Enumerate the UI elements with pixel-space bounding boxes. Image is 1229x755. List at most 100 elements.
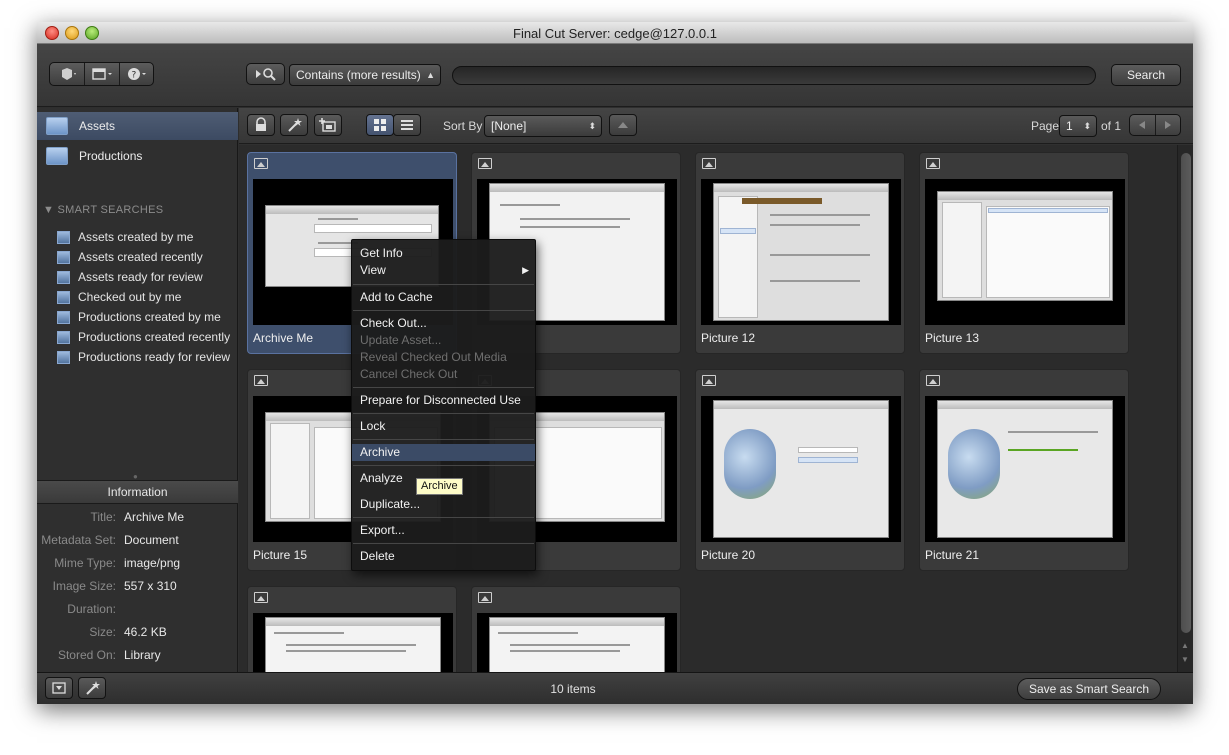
scroll-down-icon[interactable]: ▼ (1181, 655, 1189, 664)
menu-item-prepare-disconnected[interactable]: Prepare for Disconnected Use (352, 392, 535, 409)
image-type-icon (702, 375, 716, 386)
previous-page-button[interactable] (1130, 115, 1156, 135)
image-type-icon (478, 592, 492, 603)
menu-item-archive[interactable]: Archive (352, 444, 535, 461)
smart-search-icon (57, 250, 70, 264)
smart-search-icon (57, 330, 70, 344)
assets-icon (46, 117, 68, 135)
smart-search-icon (57, 290, 70, 304)
main-toolbar: ? Contains (more results) ▲ Search (37, 44, 1193, 107)
smart-search-item[interactable]: Assets created by me (57, 227, 193, 247)
smart-search-item[interactable]: Productions created by me (57, 307, 221, 327)
asset-name: Picture 12 (701, 331, 756, 345)
menu-item-add-to-cache[interactable]: Add to Cache (352, 289, 535, 306)
arrow-left-icon (1139, 121, 1146, 129)
menu-separator (353, 439, 534, 440)
menu-separator (353, 517, 534, 518)
asset-tile[interactable]: Picture 20 (695, 369, 905, 571)
window-title: Final Cut Server: cedge@127.0.0.1 (513, 26, 717, 41)
information-header: Information (37, 480, 238, 504)
menu-item-lock[interactable]: Lock (352, 418, 535, 435)
search-input[interactable] (452, 66, 1096, 85)
save-smart-search-button[interactable]: Save as Smart Search (1017, 678, 1161, 700)
asset-tile[interactable] (247, 586, 457, 672)
search-mode-popup[interactable]: Contains (more results) ▲ (289, 64, 441, 86)
smart-search-item[interactable]: Productions created recently (57, 327, 230, 347)
title-bar: Final Cut Server: cedge@127.0.0.1 (37, 22, 1193, 44)
info-row-mime-type: Mime Type: image/png (54, 556, 181, 570)
grid-scrollbar[interactable]: ▲ ▼ (1177, 145, 1193, 672)
edit-button[interactable] (280, 114, 308, 136)
menu-separator (353, 310, 534, 311)
sort-by-popup[interactable]: [None] ⬍ (484, 115, 602, 137)
sort-direction-button[interactable] (609, 114, 637, 136)
menu-item-delete[interactable]: Delete (352, 548, 535, 565)
assets-action-button[interactable] (50, 63, 85, 85)
asset-name: Picture 15 (253, 548, 308, 562)
asset-thumbnail (253, 613, 453, 672)
lock-button[interactable] (247, 114, 275, 136)
asset-tile[interactable] (471, 586, 681, 672)
list-view-button[interactable] (393, 114, 421, 136)
menu-item-get-info[interactable]: Get Info (352, 245, 535, 262)
smart-search-item[interactable]: Assets created recently (57, 247, 203, 267)
asset-thumbnail (477, 613, 677, 672)
archive-tooltip: Archive (416, 478, 463, 495)
page-number-value: 1 (1066, 119, 1073, 133)
menu-item-view[interactable]: View ▶ (352, 262, 535, 279)
menu-item-check-out[interactable]: Check Out... (352, 315, 535, 332)
search-options-button[interactable] (246, 63, 285, 85)
smart-searches-header[interactable]: ▼ SMART SEARCHES (43, 204, 163, 216)
page-total: of 1 (1101, 119, 1122, 133)
help-menu-button[interactable]: ? (120, 63, 153, 85)
layout-menu-button[interactable] (85, 63, 120, 85)
sidebar-item-assets[interactable]: Assets (37, 112, 238, 140)
add-asset-button[interactable] (314, 114, 342, 136)
asset-thumbnail (701, 179, 901, 325)
scroll-up-icon[interactable]: ▲ (1181, 641, 1189, 650)
page-number-stepper[interactable]: 1 ⬍ (1059, 115, 1097, 137)
asset-name: Archive Me (253, 331, 314, 345)
status-bar: 10 items Save as Smart Search (37, 672, 1193, 704)
next-page-button[interactable] (1156, 115, 1181, 135)
sort-by-value: [None] (491, 119, 527, 133)
smart-search-icon (57, 350, 70, 364)
menu-item-duplicate[interactable]: Duplicate... (352, 496, 535, 513)
image-type-icon (254, 158, 268, 169)
sidebar-item-label: Productions (79, 149, 143, 163)
list-view-icon (401, 120, 413, 130)
asset-tile[interactable]: Picture 12 (695, 152, 905, 354)
asset-tile[interactable]: Picture 13 (919, 152, 1129, 354)
smart-search-item[interactable]: Checked out by me (57, 287, 181, 307)
smart-search-item[interactable]: Productions ready for review (57, 347, 230, 367)
menu-item-reveal-checked-out-media: Reveal Checked Out Media (360, 350, 507, 364)
stepper-arrows-icon: ⬍ (1083, 121, 1091, 131)
search-mode-value: Contains (more results) (296, 68, 421, 82)
image-type-icon (702, 158, 716, 169)
menu-separator (353, 543, 534, 544)
context-menu: Get Info View ▶ Add to Cache Check Out..… (351, 239, 536, 571)
menu-item-export[interactable]: Export... (352, 522, 535, 539)
menu-item-cancel-check-out: Cancel Check Out (360, 367, 458, 381)
sidebar-item-label: Assets (79, 119, 116, 133)
disclosure-triangle-icon: ▼ (43, 204, 58, 216)
image-type-icon (926, 158, 940, 169)
info-row-metadata-set: Metadata Set: Document (41, 533, 179, 547)
smart-search-item[interactable]: Assets ready for review (57, 267, 203, 287)
lock-icon (256, 117, 266, 131)
asset-tile[interactable]: Picture 21 (919, 369, 1129, 571)
image-type-icon (478, 158, 492, 169)
thumbnail-view-button[interactable] (366, 114, 394, 136)
page-nav-segment (1129, 114, 1181, 136)
action-segment: ? (49, 62, 154, 86)
popup-arrows-icon: ⬍ (588, 121, 596, 131)
search-button[interactable]: Search (1111, 64, 1181, 86)
magic-wand-icon (288, 118, 302, 132)
scrollbar-thumb[interactable] (1181, 153, 1191, 633)
info-row-size: Size: 46.2 KB (89, 625, 167, 639)
info-row-duration: Duration: (67, 602, 116, 616)
sidebar-item-productions[interactable]: Productions (37, 142, 238, 170)
smart-search-icon (57, 310, 70, 324)
image-type-icon (254, 375, 268, 386)
cube-menu-icon (62, 68, 76, 80)
